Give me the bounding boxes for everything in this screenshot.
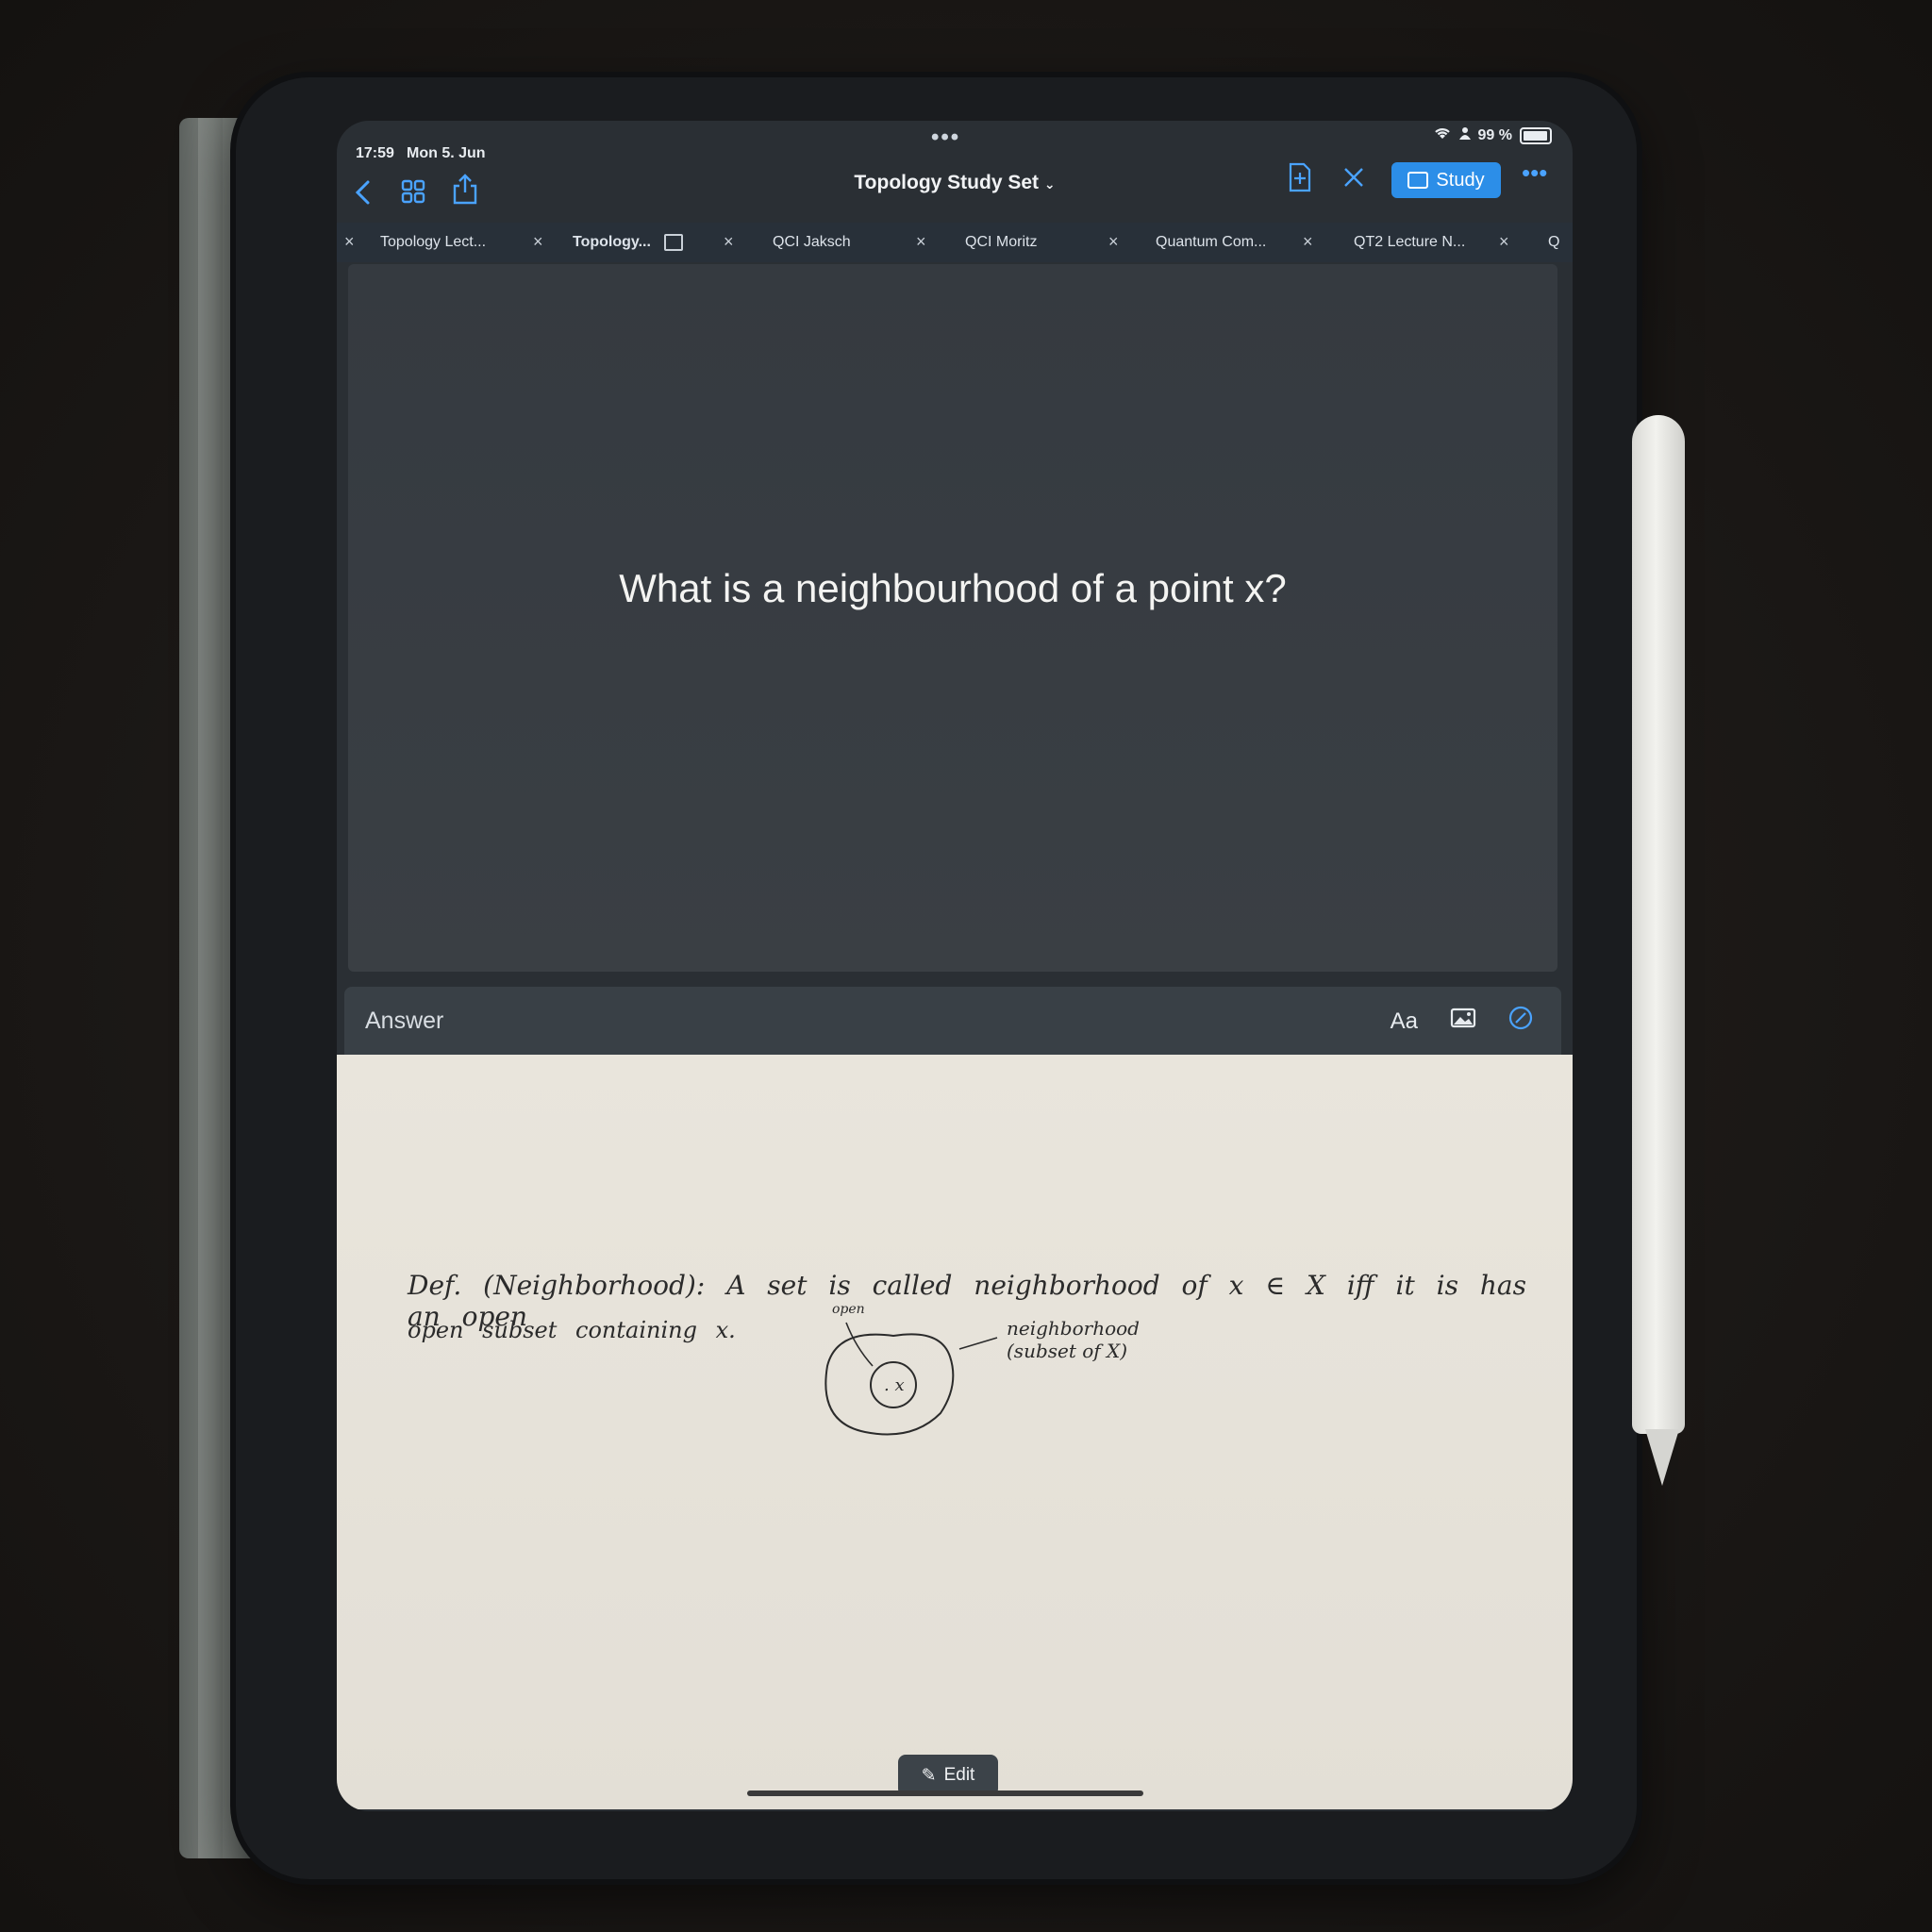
tab-label: QT2 Lecture N... bbox=[1354, 234, 1466, 250]
tab-topology-lecture[interactable]: Topology Lect... bbox=[380, 223, 486, 262]
answer-header: Answer Aa bbox=[344, 987, 1561, 1055]
text-tool-button[interactable]: Aa bbox=[1391, 1008, 1418, 1035]
close-icon[interactable]: × bbox=[344, 232, 355, 252]
answer-label: Answer bbox=[365, 1008, 444, 1034]
close-icon[interactable]: × bbox=[533, 232, 543, 252]
study-button[interactable]: Study bbox=[1391, 162, 1501, 198]
status-right: 99 % bbox=[1433, 126, 1552, 144]
neighborhood-arrow bbox=[958, 1337, 998, 1350]
status-date: Mon 5. Jun bbox=[407, 145, 486, 161]
home-indicator[interactable] bbox=[747, 1790, 1143, 1796]
sketch-subset-label: (subset of X) bbox=[1007, 1340, 1128, 1362]
image-icon[interactable] bbox=[1450, 1008, 1476, 1035]
document-title-text: Topology Study Set bbox=[854, 172, 1040, 193]
tab-label: Quantum Com... bbox=[1156, 234, 1267, 250]
close-icon[interactable]: × bbox=[1303, 232, 1313, 252]
edit-button-label: Edit bbox=[943, 1765, 975, 1785]
pen-circle-icon[interactable] bbox=[1508, 1006, 1533, 1037]
stylus-pencil bbox=[1632, 415, 1685, 1434]
tab-label: QCI Jaksch bbox=[773, 234, 851, 250]
document-title[interactable]: Topology Study Set ⌄ bbox=[337, 172, 1573, 194]
close-icon[interactable]: × bbox=[1108, 232, 1119, 252]
question-card[interactable]: What is a neighbourhood of a point x? bbox=[348, 264, 1557, 972]
tab-qci-moritz[interactable]: QCI Moritz bbox=[965, 223, 1037, 262]
sketch-neighborhood-label: neighborhood bbox=[1007, 1317, 1140, 1340]
tab-topology-study-set[interactable]: Topology... bbox=[573, 223, 683, 262]
close-icon[interactable]: × bbox=[1499, 232, 1509, 252]
add-page-icon[interactable] bbox=[1288, 162, 1312, 198]
study-button-label: Study bbox=[1436, 169, 1485, 191]
answer-tools: Aa bbox=[1391, 1006, 1533, 1037]
tablet-screen: 17:59 Mon 5. Jun ••• 99 % Topology Study… bbox=[337, 121, 1573, 1811]
battery-icon bbox=[1520, 126, 1552, 144]
pencil-icon: ✎ bbox=[921, 1765, 937, 1786]
question-text: What is a neighbourhood of a point x? bbox=[619, 566, 1287, 610]
wifi-icon bbox=[1433, 126, 1452, 144]
tab-qci-jaksch[interactable]: QCI Jaksch bbox=[773, 223, 851, 262]
toolbar: Topology Study Set ⌄ Study ••• bbox=[337, 158, 1573, 228]
pen-off-icon[interactable] bbox=[1342, 166, 1365, 194]
battery-percent: 99 % bbox=[1477, 126, 1512, 143]
sketch-open-label: open bbox=[832, 1302, 865, 1317]
stylus-tip bbox=[1645, 1429, 1679, 1486]
status-time: 17:59 bbox=[356, 145, 394, 161]
chevron-down-icon: ⌄ bbox=[1043, 176, 1056, 192]
handwriting-line-2: open subset containing x. bbox=[408, 1317, 736, 1343]
tab-qt2-lecture[interactable]: QT2 Lecture N... bbox=[1354, 223, 1465, 262]
tab-label: Q bbox=[1548, 234, 1560, 250]
close-icon[interactable]: × bbox=[724, 232, 734, 252]
tab-overflow[interactable]: Q bbox=[1548, 223, 1559, 262]
tab-label: QCI Moritz bbox=[965, 234, 1038, 250]
cards-icon bbox=[1407, 172, 1429, 189]
open-arrow bbox=[845, 1322, 874, 1367]
tab-quantum-computing[interactable]: Quantum Com... bbox=[1156, 223, 1266, 262]
split-view-icon[interactable] bbox=[663, 234, 683, 251]
close-icon[interactable]: × bbox=[916, 232, 926, 252]
sketch-point-label: . x bbox=[884, 1375, 905, 1395]
multitasking-dots-icon[interactable]: ••• bbox=[931, 125, 960, 151]
tab-label: Topology... bbox=[573, 234, 651, 250]
tab-bar: × Topology Lect... × Topology... × QCI J… bbox=[337, 223, 1573, 262]
status-bar: 17:59 Mon 5. Jun ••• 99 % bbox=[337, 121, 1573, 162]
more-icon[interactable]: ••• bbox=[1522, 158, 1547, 187]
cover-strap bbox=[198, 118, 223, 1858]
tab-label: Topology Lect... bbox=[380, 234, 487, 250]
answer-canvas[interactable]: Def. (Neighborhood): A set is called nei… bbox=[337, 1055, 1573, 1809]
person-icon bbox=[1458, 126, 1471, 144]
